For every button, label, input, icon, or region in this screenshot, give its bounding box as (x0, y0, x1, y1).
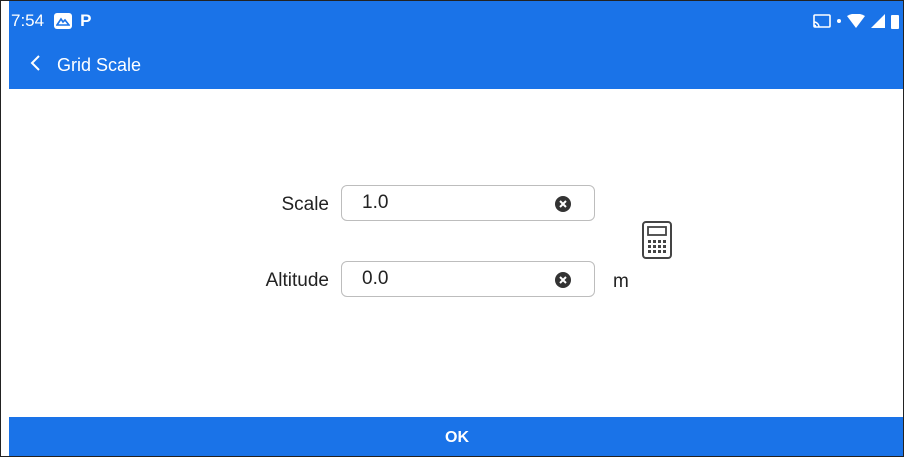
back-button[interactable] (15, 41, 55, 89)
page-title: Grid Scale (57, 54, 142, 75)
calculator-button[interactable] (641, 220, 673, 265)
altitude-label: Altitude (265, 270, 329, 291)
signal-icon (871, 14, 885, 28)
chevron-left-icon (29, 54, 41, 77)
battery-icon (891, 13, 899, 29)
scale-field[interactable] (341, 185, 595, 221)
ok-button[interactable]: OK (9, 417, 903, 456)
status-icons (813, 13, 899, 29)
cast-icon (813, 13, 831, 29)
altitude-field[interactable] (341, 261, 595, 297)
scale-input[interactable] (360, 191, 554, 215)
altitude-unit: m (613, 271, 629, 292)
status-bar: 7:54 P (9, 1, 903, 41)
scale-label: Scale (281, 194, 329, 215)
clear-icon (555, 196, 571, 212)
mountain-icon (54, 13, 73, 29)
clear-icon (555, 272, 571, 288)
status-time: 7:54 (11, 11, 45, 30)
grid-scale-form: Scale Altitude m (9, 89, 903, 417)
p-app-icon: P (80, 11, 92, 30)
wifi-icon (847, 14, 865, 28)
clear-altitude-button[interactable] (554, 271, 572, 289)
dot-icon (837, 19, 841, 23)
altitude-input[interactable] (360, 267, 554, 291)
clear-scale-button[interactable] (554, 195, 572, 213)
app-bar: Grid Scale (9, 41, 903, 89)
calculator-icon (642, 221, 672, 259)
app-window: 7:54 P Grid Scale Scale 1.0 Altitude 0.0… (0, 0, 904, 457)
